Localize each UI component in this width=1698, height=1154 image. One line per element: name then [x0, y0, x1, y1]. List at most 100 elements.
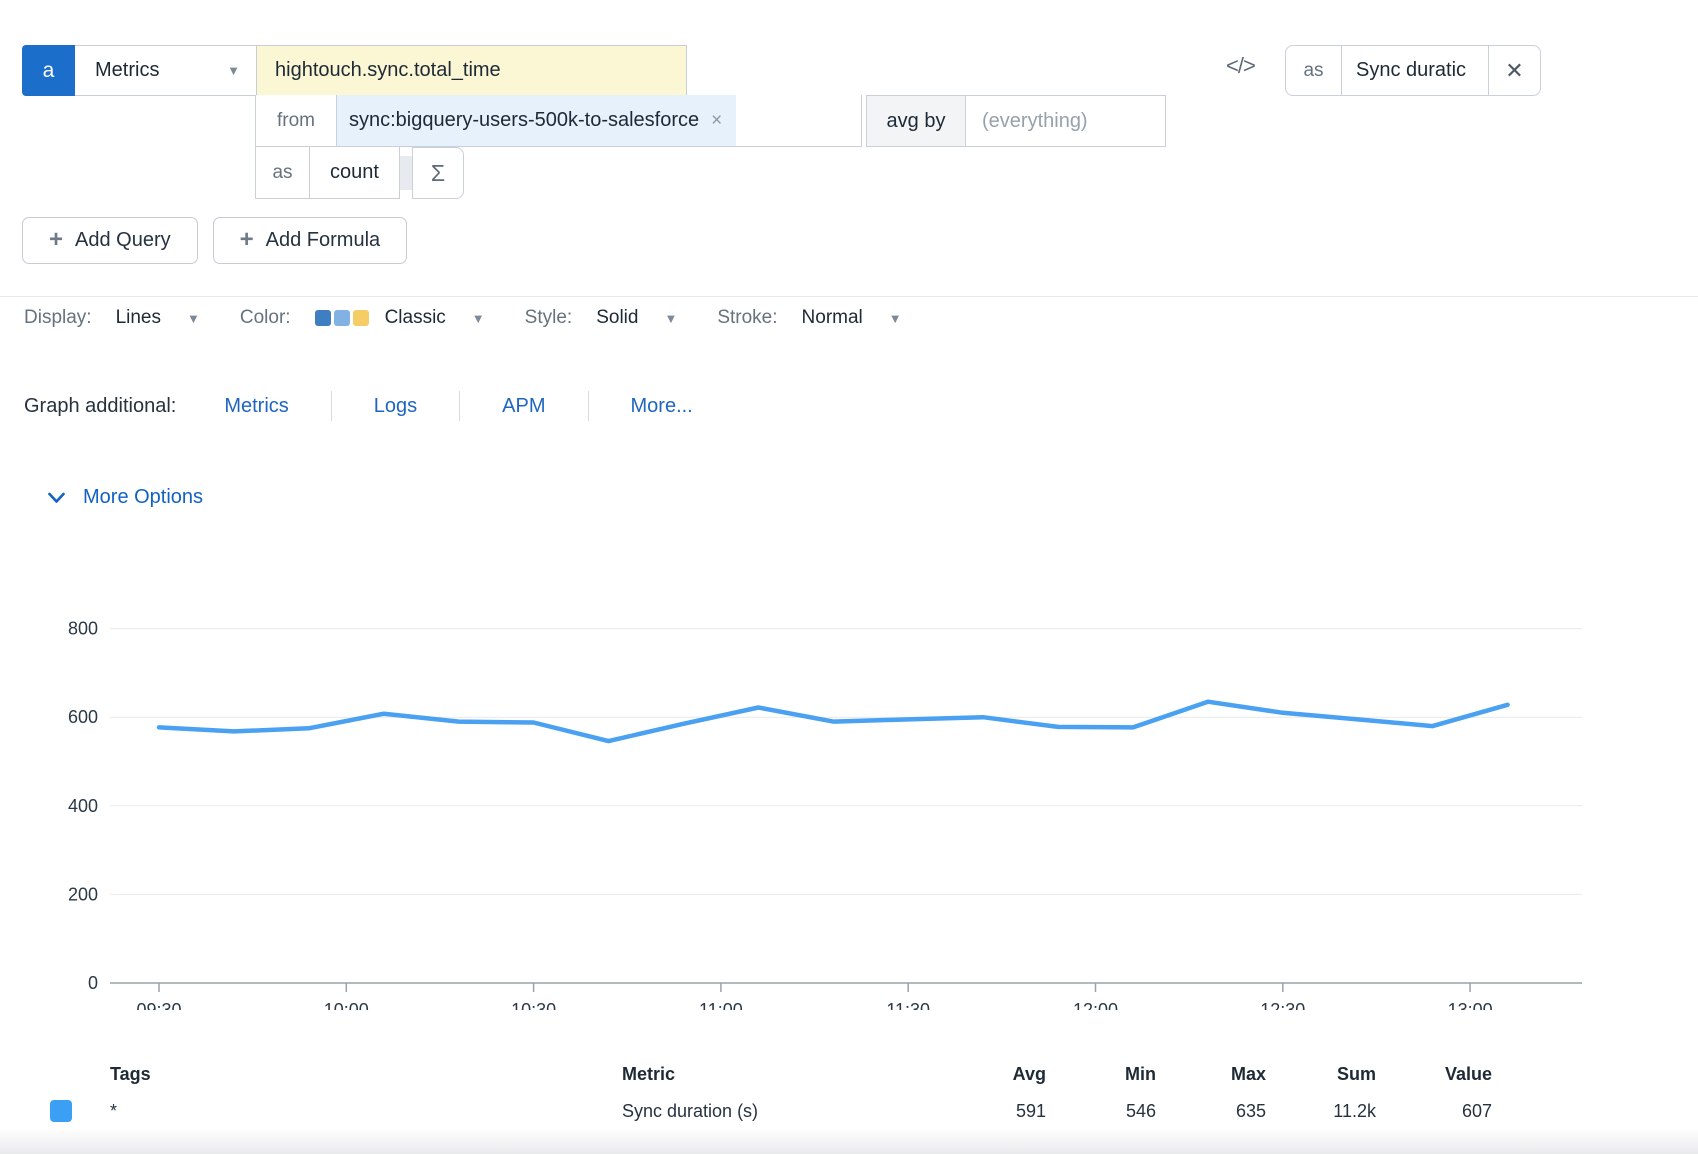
chart-canvas: 0 200 400 600 800 09:30 10:00 10:30 11:00 11:30 12… [0, 540, 1698, 1010]
display-label: Display: [24, 307, 92, 329]
palette-color-2 [334, 310, 350, 326]
y-axis-label: 0 [88, 973, 98, 993]
legend-header-sum: Sum [1266, 1064, 1376, 1085]
legend-sum-value: 11.2k [1266, 1101, 1376, 1122]
x-axis-label: 09:30 [136, 1000, 181, 1010]
sigma-function-button[interactable]: Σ [412, 147, 464, 199]
more-options-toggle[interactable]: More Options [48, 486, 203, 509]
chevron-down-icon[interactable]: ▼ [889, 311, 902, 326]
add-buttons-row: + Add Query + Add Formula [22, 217, 407, 264]
y-axis-label: 800 [68, 619, 98, 639]
legend-tags-value: * [110, 1101, 622, 1122]
color-palette-swatch[interactable] [315, 310, 369, 326]
x-axis-label: 10:30 [511, 1000, 556, 1010]
x-axis-label: 12:30 [1260, 1000, 1305, 1010]
avg-by-button[interactable]: avg by [866, 95, 966, 147]
remove-tag-icon[interactable]: × [711, 110, 722, 132]
x-axis-label: 12:00 [1073, 1000, 1118, 1010]
group-by-placeholder: (everything) [982, 110, 1088, 133]
query-letter-badge: a [22, 45, 75, 96]
y-axis-label: 400 [68, 796, 98, 816]
link-divider [459, 391, 460, 421]
data-source-dropdown[interactable]: Metrics ▼ [75, 45, 257, 96]
alias-as-label: as [1286, 46, 1342, 95]
from-label: from [255, 95, 337, 147]
from-filter-input[interactable]: sync:bigquery-users-500k-to-salesforce × [337, 95, 862, 147]
more-options-label: More Options [83, 486, 203, 509]
palette-color-3 [353, 310, 369, 326]
group-by-input[interactable]: (everything) [966, 95, 1166, 147]
legend-header-max: Max [1156, 1064, 1266, 1085]
display-value-dropdown[interactable]: Lines [116, 307, 161, 329]
x-axis-label: 13:00 [1448, 1000, 1493, 1010]
stroke-label: Stroke: [717, 307, 777, 329]
legend-series-row[interactable]: * Sync duration (s) 591 546 635 11.2k 60… [0, 1091, 1698, 1131]
legend-table: Tags Metric Avg Min Max Sum Value * Sync… [0, 1057, 1698, 1131]
x-axis-label: 11:30 [886, 1000, 930, 1010]
graph-additional-logs-link[interactable]: Logs [374, 395, 417, 418]
plus-icon: + [240, 226, 254, 254]
color-value-dropdown[interactable]: Classic [385, 307, 446, 329]
plus-icon: + [49, 226, 63, 254]
legend-header-value: Value [1376, 1064, 1492, 1085]
link-divider [588, 391, 589, 421]
query-row-from: from sync:bigquery-users-500k-to-salesfo… [255, 95, 1166, 147]
style-value-dropdown[interactable]: Solid [596, 307, 638, 329]
chevron-down-icon[interactable]: ▼ [187, 311, 200, 326]
alias-group: as Sync duratic ✕ [1285, 45, 1541, 96]
x-axis-label: 10:00 [324, 1000, 369, 1010]
series-color-swatch[interactable] [50, 1100, 72, 1122]
as-label: as [255, 147, 310, 199]
section-divider [0, 296, 1698, 297]
chevron-down-icon: ▼ [227, 63, 240, 78]
legend-header-tags: Tags [110, 1064, 622, 1085]
chevron-down-icon[interactable]: ▼ [472, 311, 485, 326]
legend-header-metric: Metric [622, 1064, 952, 1085]
timeseries-chart[interactable]: 0 200 400 600 800 09:30 10:00 10:30 11:00 11:30 12… [0, 540, 1698, 1010]
aggregation-group: avg by (everything) [866, 95, 1166, 147]
close-query-icon[interactable]: ✕ [1488, 46, 1540, 95]
display-options-row: Display: Lines ▼ Color: Classic ▼ Style:… [24, 300, 902, 336]
graph-additional-metrics-link[interactable]: Metrics [224, 395, 288, 418]
query-row-main: a Metrics ▼ hightouch.sync.total_time [22, 45, 687, 96]
metric-name-input[interactable]: hightouch.sync.total_time [257, 45, 687, 96]
from-tag-chip[interactable]: sync:bigquery-users-500k-to-salesforce × [337, 95, 736, 146]
legend-value-value: 607 [1376, 1101, 1492, 1122]
stroke-value-dropdown[interactable]: Normal [802, 307, 863, 329]
add-query-button[interactable]: + Add Query [22, 217, 198, 264]
legend-avg-value: 591 [952, 1101, 1046, 1122]
code-view-icon[interactable]: </> [1226, 53, 1255, 79]
add-query-label: Add Query [75, 229, 171, 252]
legend-header-row: Tags Metric Avg Min Max Sum Value [0, 1057, 1698, 1091]
legend-metric-value: Sync duration (s) [622, 1101, 952, 1122]
legend-header-min: Min [1046, 1064, 1156, 1085]
add-formula-button[interactable]: + Add Formula [213, 217, 408, 264]
graph-additional-label: Graph additional: [24, 395, 176, 418]
style-label: Style: [525, 307, 573, 329]
legend-min-value: 546 [1046, 1101, 1156, 1122]
query-row-as: as count Σ [255, 147, 464, 199]
palette-color-1 [315, 310, 331, 326]
legend-max-value: 635 [1156, 1101, 1266, 1122]
metric-query-editor: a Metrics ▼ hightouch.sync.total_time fr… [0, 0, 1698, 1154]
data-source-label: Metrics [95, 59, 159, 82]
series-line [159, 702, 1508, 741]
from-tag-text: sync:bigquery-users-500k-to-salesforce [349, 109, 699, 132]
connector-bar [400, 156, 412, 190]
add-formula-label: Add Formula [266, 229, 381, 252]
metric-name-value: hightouch.sync.total_time [275, 59, 501, 82]
color-label: Color: [240, 307, 291, 329]
chevron-down-icon [48, 492, 65, 504]
legend-header-avg: Avg [952, 1064, 1046, 1085]
aggregator-dropdown[interactable]: count [310, 147, 400, 199]
graph-additional-row: Graph additional: Metrics Logs APM More.… [24, 388, 693, 424]
bottom-fade [0, 1128, 1698, 1154]
x-axis-label: 11:00 [699, 1000, 743, 1010]
y-axis-label: 600 [68, 707, 98, 727]
graph-additional-apm-link[interactable]: APM [502, 395, 545, 418]
alias-input[interactable]: Sync duratic [1342, 46, 1488, 95]
link-divider [331, 391, 332, 421]
chevron-down-icon[interactable]: ▼ [664, 311, 677, 326]
y-axis-label: 200 [68, 884, 98, 904]
graph-additional-more-link[interactable]: More... [631, 395, 693, 418]
